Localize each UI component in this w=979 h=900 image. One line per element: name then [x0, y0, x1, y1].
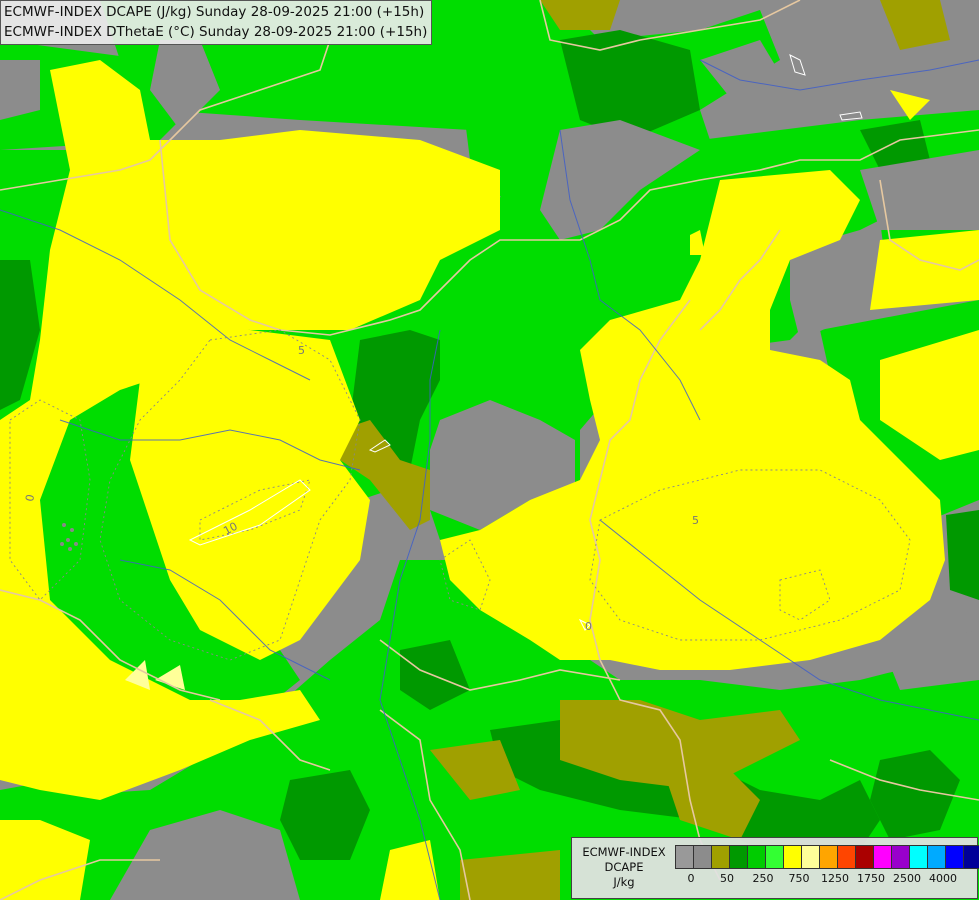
legend-tick-label: 50 [720, 872, 734, 885]
legend-tick-label: 4000 [929, 872, 957, 885]
contour-label: 0 [585, 620, 592, 633]
legend-swatch [856, 846, 874, 868]
legend-tick-label: 1750 [857, 872, 885, 885]
legend-ticks: 0 50 250 750 1250 1750 2500 4000 [675, 872, 971, 888]
color-legend: ECMWF-INDEX DCAPE J/kg 0 50 250 750 1250… [571, 837, 979, 899]
legend-swatch [928, 846, 946, 868]
legend-swatch [838, 846, 856, 868]
legend-title-line: J/kg [613, 875, 635, 889]
legend-swatch [820, 846, 838, 868]
legend-swatch [784, 846, 802, 868]
legend-swatch [676, 846, 694, 868]
legend-tick-label: 2500 [893, 872, 921, 885]
legend-swatch [946, 846, 964, 868]
title-dthetae: ECMWF-INDEX DThetaE (°C) Sunday 28-09-20… [4, 24, 428, 40]
legend-swatch [766, 846, 784, 868]
legend-tick-label: 750 [788, 872, 810, 885]
legend-swatch [892, 846, 910, 868]
legend-tick-label: 0 [687, 872, 695, 885]
legend-title: ECMWF-INDEX DCAPE J/kg [576, 845, 672, 890]
legend-swatch [694, 846, 712, 868]
map-title-box: ECMWF-INDEX DCAPE (J/kg) Sunday 28-09-20… [0, 0, 433, 45]
contour-label: 5 [692, 514, 699, 527]
legend-swatch [910, 846, 928, 868]
dcape-map: 5 10 0 5 0 [0, 0, 979, 900]
legend-swatch [748, 846, 766, 868]
legend-title-line: ECMWF-INDEX [582, 845, 666, 859]
title-dcape: ECMWF-INDEX DCAPE (J/kg) Sunday 28-09-20… [4, 4, 425, 20]
legend-swatch [712, 846, 730, 868]
legend-swatch [874, 846, 892, 868]
legend-tick-label: 250 [752, 872, 774, 885]
legend-swatch [802, 846, 820, 868]
legend-title-line: DCAPE [604, 860, 644, 874]
legend-tick-label: 1250 [821, 872, 849, 885]
contour-label: 5 [298, 344, 305, 357]
legend-swatch [964, 846, 979, 868]
legend-swatches [675, 845, 979, 869]
legend-swatch [730, 846, 748, 868]
